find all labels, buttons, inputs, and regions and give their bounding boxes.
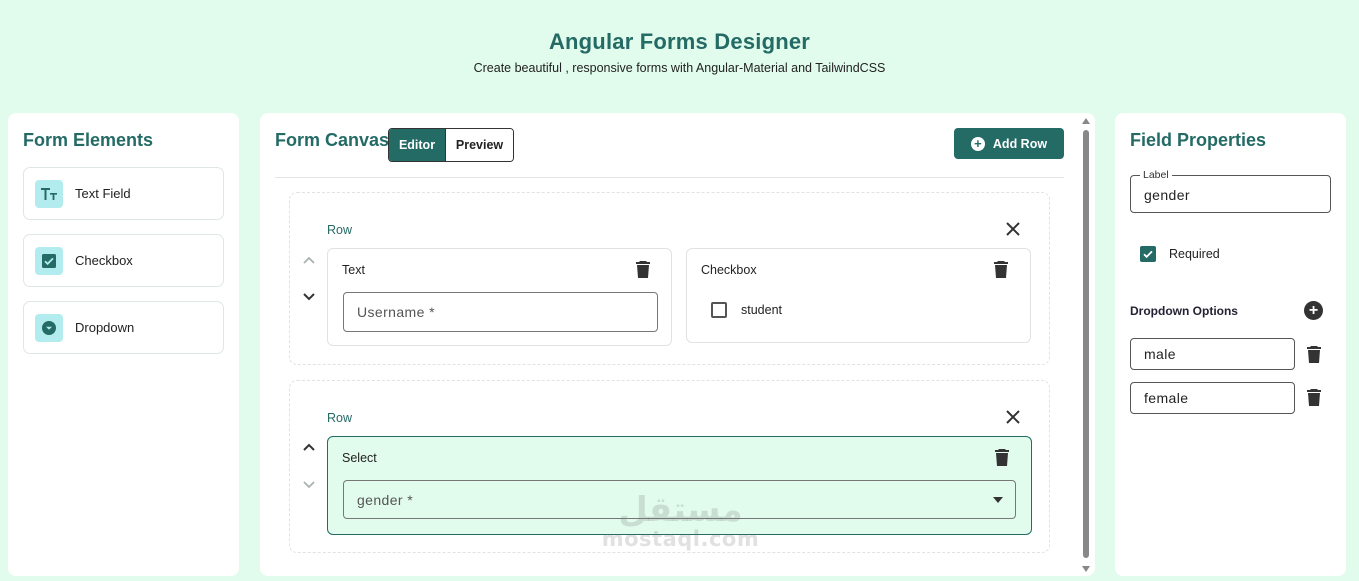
- form-row: Row Text Username * Checkbox student: [289, 192, 1050, 365]
- palette-item-label: Checkbox: [75, 253, 133, 268]
- option-input[interactable]: male: [1130, 338, 1295, 370]
- row-label: Row: [327, 411, 353, 425]
- add-row-label: Add Row: [992, 136, 1048, 151]
- option-input[interactable]: female: [1130, 382, 1295, 414]
- field-type-label: Select: [342, 451, 377, 465]
- canvas-scrollbar[interactable]: [1081, 116, 1091, 576]
- required-checkbox[interactable]: [1140, 246, 1156, 262]
- chevron-up-icon[interactable]: [301, 253, 317, 269]
- watermark-latin: mostaql.com: [601, 527, 760, 551]
- text-format-icon: [35, 179, 63, 208]
- field-properties-panel: Field Properties Label gender Required D…: [1115, 113, 1346, 576]
- student-checkbox[interactable]: [711, 302, 727, 318]
- palette-item-label: Dropdown: [75, 320, 135, 335]
- dropdown-icon: [35, 313, 63, 342]
- form-elements-panel: Form Elements Text Field Checkbox Dropdo…: [8, 113, 239, 576]
- trash-icon[interactable]: [1307, 389, 1321, 406]
- close-icon[interactable]: [1004, 220, 1022, 238]
- palette-item-checkbox[interactable]: Checkbox: [23, 234, 224, 287]
- required-label: Required: [1169, 247, 1220, 261]
- editor-tab[interactable]: Editor: [389, 129, 445, 161]
- text-field-card[interactable]: Text Username *: [327, 248, 672, 346]
- palette-item-label: Text Field: [75, 186, 131, 201]
- scrollbar-thumb[interactable]: [1083, 130, 1089, 558]
- chevron-down-icon[interactable]: [301, 476, 317, 492]
- checkbox-icon: [35, 246, 63, 275]
- canvas-divider: [275, 177, 1064, 178]
- chevron-up-icon[interactable]: [301, 440, 317, 456]
- palette-item-dropdown[interactable]: Dropdown: [23, 301, 224, 354]
- dropdown-arrow-icon: [993, 497, 1003, 503]
- trash-icon[interactable]: [995, 449, 1009, 466]
- trash-icon[interactable]: [636, 261, 650, 278]
- dropdown-options-title: Dropdown Options: [1130, 304, 1238, 318]
- watermark: مستقل mostaql.com: [598, 492, 763, 550]
- add-option-button[interactable]: +: [1304, 301, 1323, 320]
- app-title: Angular Forms Designer: [548, 29, 811, 54]
- trash-icon[interactable]: [994, 261, 1008, 278]
- close-icon[interactable]: [1004, 408, 1022, 426]
- editor-preview-toggle: Editor Preview: [388, 128, 514, 162]
- chevron-down-icon[interactable]: [301, 288, 317, 304]
- label-value: gender: [1144, 187, 1190, 203]
- row-label: Row: [327, 223, 353, 237]
- form-canvas-title: Form Canvas: [275, 130, 390, 150]
- watermark-arabic: مستقل: [618, 490, 743, 530]
- scroll-up-arrow-icon[interactable]: [1082, 118, 1090, 124]
- field-type-label: Text: [342, 263, 365, 277]
- select-value: gender *: [357, 491, 414, 508]
- app-subtitle: Create beautiful , responsive forms with…: [473, 61, 886, 75]
- label-field[interactable]: Label gender: [1130, 169, 1331, 213]
- add-circle-icon: +: [970, 136, 985, 151]
- preview-tab[interactable]: Preview: [445, 129, 513, 161]
- trash-icon[interactable]: [1307, 346, 1321, 363]
- palette-item-text-field[interactable]: Text Field: [23, 167, 224, 220]
- username-input[interactable]: Username *: [343, 292, 658, 332]
- checkbox-field-card[interactable]: Checkbox student: [686, 248, 1031, 343]
- field-properties-title: Field Properties: [1130, 130, 1267, 150]
- field-type-label: Checkbox: [701, 263, 757, 277]
- add-row-button[interactable]: + Add Row: [954, 128, 1064, 159]
- check-icon: [1143, 250, 1153, 259]
- form-elements-title: Form Elements: [23, 130, 154, 150]
- scroll-down-arrow-icon[interactable]: [1082, 566, 1090, 572]
- label-caption: Label: [1140, 169, 1172, 181]
- checkbox-option-label: student: [741, 303, 783, 317]
